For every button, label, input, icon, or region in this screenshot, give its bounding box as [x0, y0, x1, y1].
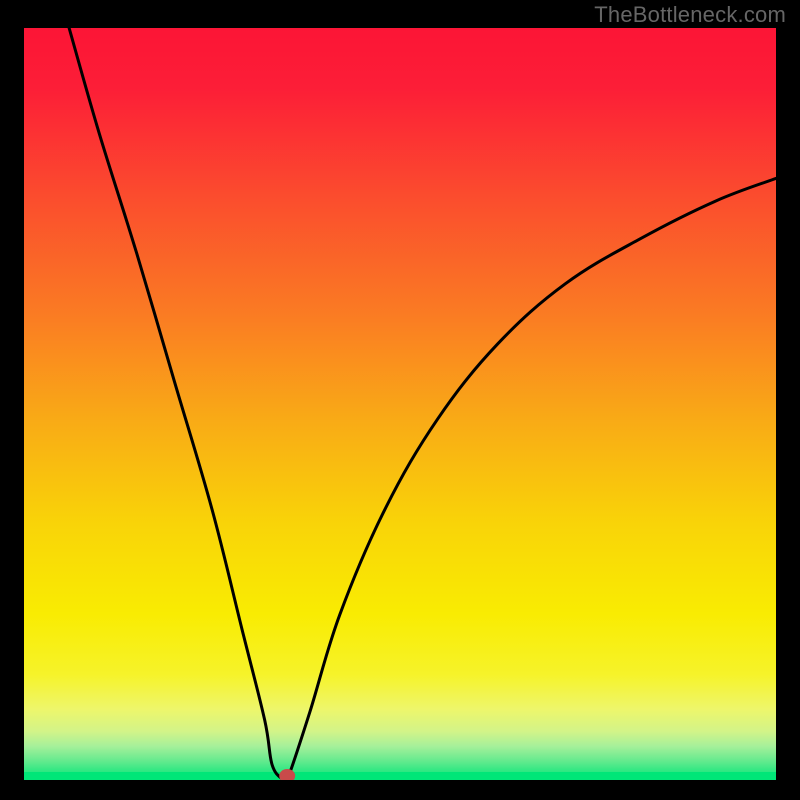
chart-plot	[24, 28, 776, 780]
watermark-label: TheBottleneck.com	[594, 2, 786, 28]
chart-frame: TheBottleneck.com	[0, 0, 800, 800]
chart-bottom-band	[24, 772, 776, 780]
chart-background	[24, 28, 776, 780]
